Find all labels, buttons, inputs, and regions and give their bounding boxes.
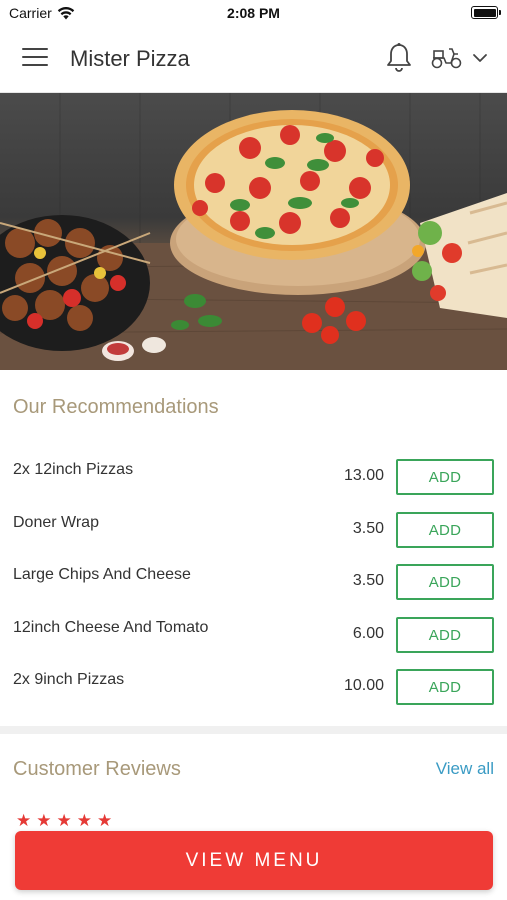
star-icon: ★	[97, 811, 113, 830]
app-header: Mister Pizza	[0, 26, 507, 93]
recommendation-name: 12inch Cheese And Tomato	[13, 619, 209, 636]
recommendations-title: Our Recommendations	[13, 396, 219, 418]
recommendation-price: 6.00	[352, 625, 384, 642]
recommendation-price: 13.00	[343, 467, 384, 484]
bell-icon[interactable]	[385, 42, 413, 74]
view-all-reviews-link[interactable]: View all	[436, 759, 494, 779]
add-button[interactable]: ADD	[396, 617, 494, 653]
recommendation-name: 2x 9inch Pizzas	[13, 671, 125, 688]
view-menu-button[interactable]: VIEW MENU	[15, 831, 493, 890]
star-icon: ★	[76, 811, 92, 830]
recommendation-item: Large Chips And Cheese 3.50 ADD	[0, 564, 507, 616]
recommendation-name: 2x 12inch Pizzas	[13, 461, 134, 478]
menu-icon[interactable]	[22, 48, 48, 68]
recommendation-price: 3.50	[352, 520, 384, 537]
app-title: Mister Pizza	[70, 46, 190, 71]
status-bar: Carrier 2:08 PM	[0, 0, 507, 26]
add-button[interactable]: ADD	[396, 459, 494, 495]
recommendation-item: 2x 9inch Pizzas 10.00 ADD	[0, 669, 507, 721]
reviews-title: Customer Reviews	[13, 758, 181, 780]
add-button[interactable]: ADD	[396, 564, 494, 600]
recommendation-name: Doner Wrap	[13, 514, 99, 531]
recommendation-price: 10.00	[343, 677, 384, 694]
recommendation-item: 2x 12inch Pizzas 13.00 ADD	[0, 459, 507, 511]
add-button[interactable]: ADD	[396, 669, 494, 705]
hero-banner	[0, 93, 507, 370]
scooter-icon[interactable]	[430, 46, 464, 70]
review-stars: ★ ★ ★ ★ ★	[16, 812, 112, 829]
recommendation-name: Large Chips And Cheese	[13, 566, 191, 583]
recommendation-item: 12inch Cheese And Tomato 6.00 ADD	[0, 617, 507, 669]
star-icon: ★	[16, 811, 32, 830]
status-time: 2:08 PM	[227, 5, 280, 21]
battery-icon	[471, 6, 501, 19]
chevron-down-icon[interactable]	[470, 50, 490, 66]
hero-food-illustration	[0, 93, 507, 370]
star-icon: ★	[36, 811, 52, 830]
section-divider	[0, 726, 507, 734]
add-button[interactable]: ADD	[396, 512, 494, 548]
star-icon: ★	[56, 811, 72, 830]
recommendation-item: Doner Wrap 3.50 ADD	[0, 512, 507, 564]
recommendation-price: 3.50	[352, 572, 384, 589]
